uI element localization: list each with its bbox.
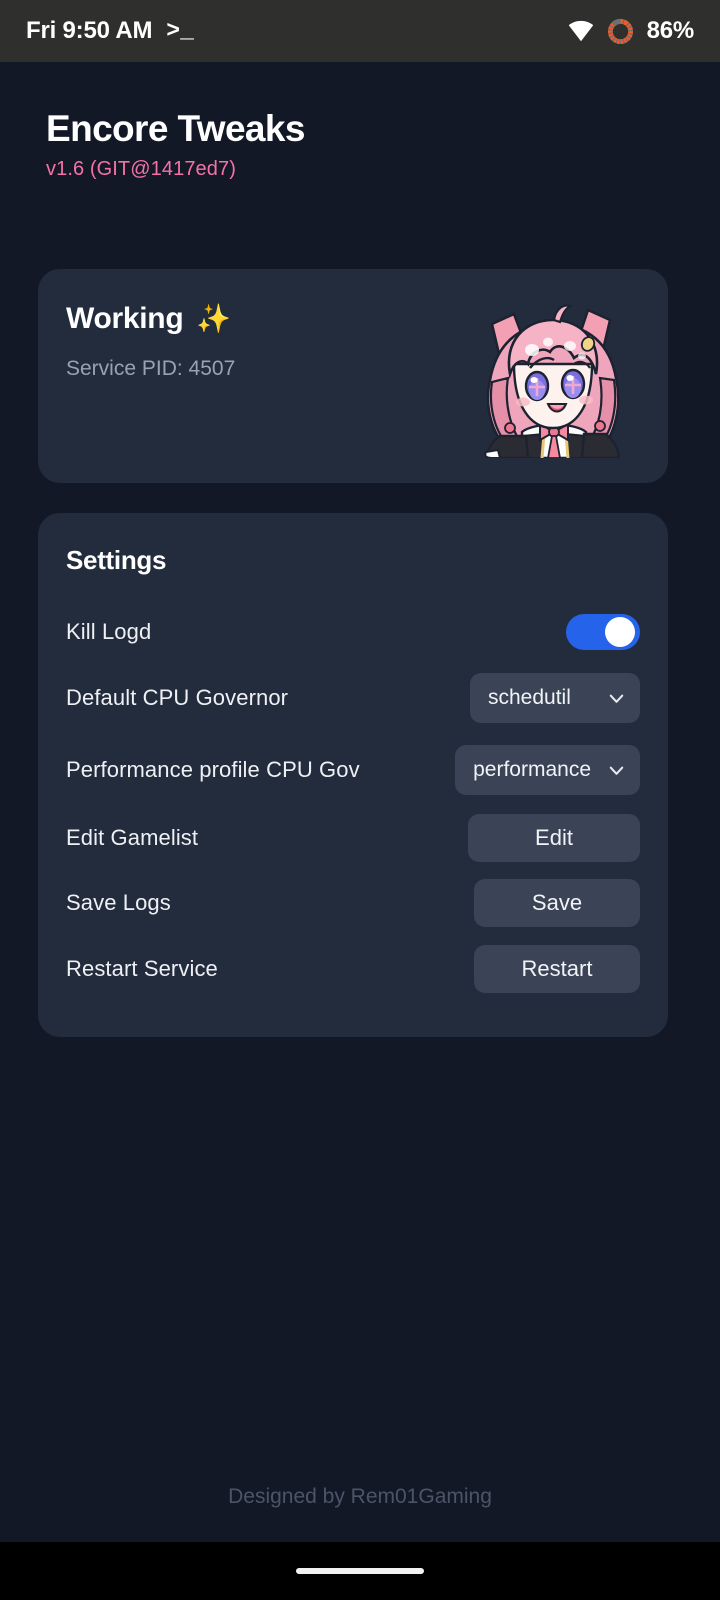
setting-row-edit-gamelist: Edit Gamelist Edit [66, 810, 640, 866]
setting-control: schedutil [470, 673, 640, 723]
restart-service-button[interactable]: Restart [474, 945, 640, 993]
edit-gamelist-button[interactable]: Edit [468, 814, 640, 862]
setting-label: Edit Gamelist [66, 825, 199, 850]
home-pill-indicator[interactable] [296, 1568, 424, 1574]
app-version-label: v1.6 (GIT@1417ed7) [46, 158, 236, 181]
status-bar-right: 86% [568, 17, 694, 45]
status-bar: Fri 9:50 AM >_ 86% [0, 0, 720, 62]
chevron-down-icon [591, 761, 626, 780]
status-bar-left: Fri 9:50 AM >_ [26, 17, 194, 45]
save-logs-button[interactable]: Save [474, 879, 640, 927]
performance-profile-cpu-gov-dropdown[interactable]: performance [455, 745, 640, 795]
setting-label: Default CPU Governor [66, 685, 289, 710]
settings-heading: Settings [66, 545, 167, 575]
setting-row-performance-profile-cpu-gov: Performance profile CPU Gov performance [66, 742, 640, 798]
setting-label: Kill Logd [66, 619, 152, 644]
page-title: Encore Tweaks [46, 108, 305, 149]
app-screen: Fri 9:50 AM >_ 86% Encore Tweaks v1.6 (G… [0, 0, 720, 1600]
kill-logd-toggle[interactable] [566, 614, 640, 650]
system-nav-bar [0, 1542, 720, 1600]
chevron-down-icon [591, 689, 626, 708]
footer-credit-label: Designed by Rem01Gaming [228, 1485, 492, 1508]
sparkles-icon: ✨ [196, 303, 231, 334]
setting-label: Restart Service [66, 956, 218, 981]
setting-control: performance [455, 745, 640, 795]
setting-label: Save Logs [66, 890, 171, 915]
service-pid-label: Service PID: 4507 [66, 357, 236, 380]
anime-mascot-illustration [470, 302, 636, 458]
status-clock: Fri 9:50 AM [26, 17, 153, 44]
setting-row-save-logs: Save Logs Save [66, 875, 640, 931]
toggle-knob [605, 617, 635, 647]
app-header: Encore Tweaks v1.6 (GIT@1417ed7) [46, 108, 305, 181]
terminal-prompt-icon: >_ [166, 17, 194, 44]
setting-row-kill-logd: Kill Logd [66, 604, 640, 660]
default-cpu-governor-dropdown[interactable]: schedutil [470, 673, 640, 723]
setting-control [566, 614, 640, 650]
dropdown-selected-value: schedutil [488, 686, 571, 709]
dropdown-selected-value: performance [473, 758, 591, 781]
battery-ring-icon [607, 18, 634, 45]
settings-card: Settings Kill Logd Default CPU Governor … [38, 513, 668, 1037]
setting-label: Performance profile CPU Gov [66, 757, 360, 782]
setting-control: Save [474, 879, 640, 927]
battery-percent-label: 86% [646, 17, 695, 44]
service-status-card: Working ✨ Service PID: 4507 [38, 269, 668, 483]
service-status-heading: Working ✨ [66, 302, 231, 336]
service-status-text: Working [66, 302, 184, 335]
setting-row-restart-service: Restart Service Restart [66, 941, 640, 997]
setting-row-default-cpu-governor: Default CPU Governor schedutil [66, 670, 640, 726]
setting-control: Edit [468, 814, 640, 862]
setting-control: Restart [474, 945, 640, 993]
wifi-icon [568, 20, 594, 42]
